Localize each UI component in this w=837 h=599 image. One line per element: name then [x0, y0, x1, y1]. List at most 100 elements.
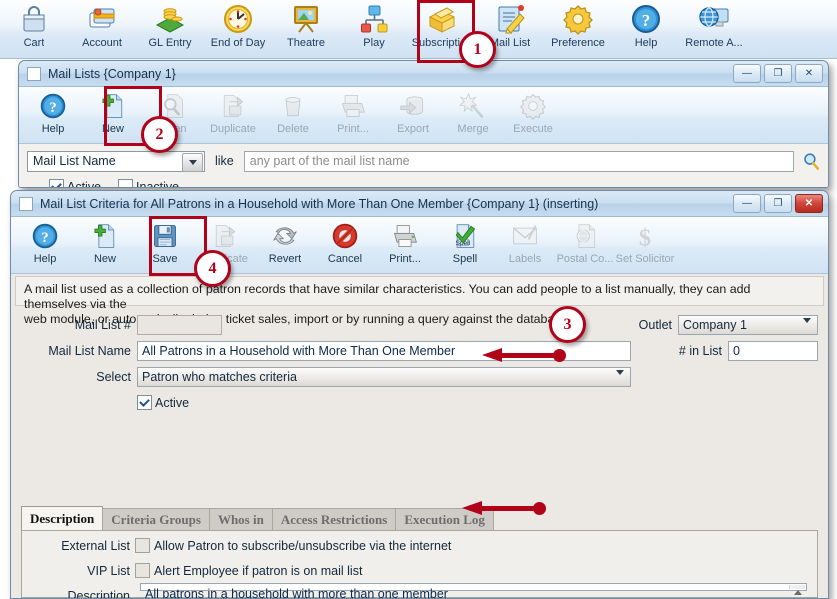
toolbar-button-label: Spell	[452, 253, 478, 265]
mail-list-criteria-window: Mail List Criteria for All Patrons in a …	[10, 190, 829, 599]
chevron-down-icon[interactable]	[182, 152, 203, 172]
inactive-checkbox[interactable]	[118, 179, 134, 187]
postal-code-icon	[571, 220, 599, 251]
toolbar-button-label: Cancel	[327, 253, 363, 265]
active-checkbox[interactable]	[137, 395, 152, 410]
toolbar-button-export: Export	[383, 87, 443, 142]
subscription-icon	[426, 2, 458, 36]
window-titlebar[interactable]: Mail Lists {Company 1} — ❐ ✕	[19, 61, 828, 87]
description-textarea[interactable]: All patrons in a household with more tha…	[140, 583, 807, 598]
close-button[interactable]: ✕	[795, 194, 823, 213]
form-area: Mail List # Mail List Name All Patrons i…	[11, 306, 828, 414]
spell-icon: Spell	[451, 220, 479, 251]
application-toolbar: Cart Account GL Entry End of Day Theatre…	[0, 0, 837, 59]
toolbar-button-execute: Execute	[503, 87, 563, 142]
toolbar-button-postal-code: Postal Co...	[555, 217, 615, 272]
duplicate-icon	[211, 220, 239, 251]
toolbar-button-help[interactable]: ? Help	[23, 87, 83, 142]
toolbar-button-revert[interactable]: Revert	[255, 217, 315, 272]
toolbar-button-label: Duplicate	[210, 123, 256, 135]
toolbar-button-new[interactable]: New	[75, 217, 135, 272]
close-button[interactable]: ✕	[795, 64, 823, 83]
restore-button[interactable]: ❐	[764, 64, 792, 83]
merge-icon	[459, 90, 487, 121]
toolbar-button-label: Print...	[389, 253, 421, 265]
field-row-in-list: # in List 0	[608, 339, 818, 362]
tab-access-restrictions[interactable]: Access Restrictions	[271, 508, 397, 531]
screen-root: Cart Account GL Entry End of Day Theatre…	[0, 0, 837, 599]
chevron-down-icon	[803, 317, 811, 337]
app-button-preference[interactable]: Preference	[544, 0, 612, 56]
toolbar-button-label: Merge	[457, 123, 489, 135]
app-button-remote-access[interactable]: Remote A...	[680, 0, 748, 56]
toolbar-button-cancel[interactable]: Cancel	[315, 217, 375, 272]
toolbar-button-delete: Delete	[263, 87, 323, 142]
search-input[interactable]: any part of the mail list name	[243, 150, 794, 172]
external-list-checkbox[interactable]	[135, 538, 150, 553]
window2-titlebar[interactable]: Mail List Criteria for All Patrons in a …	[11, 191, 828, 217]
app-button-account[interactable]: Account	[68, 0, 136, 56]
outlet-dropdown[interactable]: Company 1	[678, 314, 818, 337]
toolbar-button-label: Revert	[268, 253, 302, 265]
minimize-button[interactable]: —	[733, 194, 761, 213]
duplicate-icon	[219, 90, 247, 121]
app-button-cart[interactable]: Cart	[0, 0, 68, 56]
filter-inactive[interactable]: Inactive	[118, 179, 179, 187]
tab-strip: Description Criteria Groups Whos in Acce…	[21, 506, 818, 531]
minimize-button[interactable]: —	[733, 64, 761, 83]
app-button-label: GL Entry	[148, 37, 192, 49]
field-row-outlet: Outlet Company 1	[608, 313, 818, 337]
remote-access-icon	[698, 2, 730, 36]
toolbar-button-label: Postal Co...	[556, 253, 614, 265]
help-icon: ?	[630, 2, 662, 36]
tab-label: Whos in	[217, 512, 264, 527]
toolbar-button-label: New	[93, 253, 116, 265]
external-list-row: External List Allow Patron to subscribe/…	[22, 535, 817, 556]
filter-active[interactable]: Active	[49, 179, 102, 188]
vip-list-row: VIP List Alert Employee if patron is on …	[22, 560, 817, 581]
active-checkbox[interactable]	[49, 179, 64, 187]
vip-list-label: VIP List	[87, 563, 130, 578]
tab-description[interactable]: Description	[21, 506, 104, 531]
toolbar-button-new[interactable]: New	[83, 87, 143, 142]
toolbar-button-save[interactable]: Save	[135, 217, 195, 272]
chevron-down-icon	[616, 369, 624, 389]
app-button-end-of-day[interactable]: End of Day	[204, 0, 272, 56]
window-icon	[19, 196, 33, 211]
toolbar-button-help[interactable]: ? Help	[15, 217, 75, 272]
toolbar-button-label: Labels	[508, 253, 542, 265]
app-button-label: Play	[363, 37, 385, 49]
active-checkbox-group[interactable]: Active	[137, 395, 189, 410]
callout-number: 4	[208, 259, 217, 277]
vip-list-caption: Alert Employee if patron is on mail list	[154, 563, 363, 578]
mail-list-number-input[interactable]	[137, 314, 222, 335]
callout-3: 3	[549, 306, 586, 343]
scroll-up-arrow-icon[interactable]	[792, 587, 803, 597]
in-list-input: 0	[728, 340, 818, 361]
app-button-help[interactable]: ? Help	[612, 0, 680, 56]
select-label: Select	[96, 369, 131, 384]
filter-active-label: Active	[67, 179, 102, 188]
window-icon	[27, 66, 41, 81]
svg-text:$: $	[639, 224, 651, 249]
search-row: Mail List Name like any part of the mail…	[19, 144, 828, 174]
toolbar-button-spell[interactable]: Spell Spell	[435, 217, 495, 272]
tab-criteria-groups[interactable]: Criteria Groups	[102, 508, 210, 531]
select-dropdown[interactable]: Patron who matches criteria	[137, 366, 631, 389]
app-button-play[interactable]: Play	[340, 0, 408, 56]
mail-list-icon	[494, 2, 526, 36]
magnifier-icon[interactable]	[800, 152, 822, 171]
toolbar-button-label: Set Solicitor	[615, 253, 675, 265]
restore-button[interactable]: ❐	[764, 194, 792, 213]
tab-whos-in[interactable]: Whos in	[208, 508, 273, 531]
search-field-combo[interactable]: Mail List Name	[27, 150, 205, 172]
app-button-theatre[interactable]: Theatre	[272, 0, 340, 56]
status-filter-row: Active Inactive	[19, 174, 828, 188]
active-label: Active	[155, 395, 190, 410]
toolbar-button-print[interactable]: Print...	[375, 217, 435, 272]
vip-list-checkbox[interactable]	[135, 563, 150, 578]
svg-text:?: ?	[41, 230, 48, 246]
account-icon	[86, 2, 118, 36]
description-scrollbar[interactable]	[789, 585, 805, 595]
app-button-gl-entry[interactable]: GL Entry	[136, 0, 204, 56]
